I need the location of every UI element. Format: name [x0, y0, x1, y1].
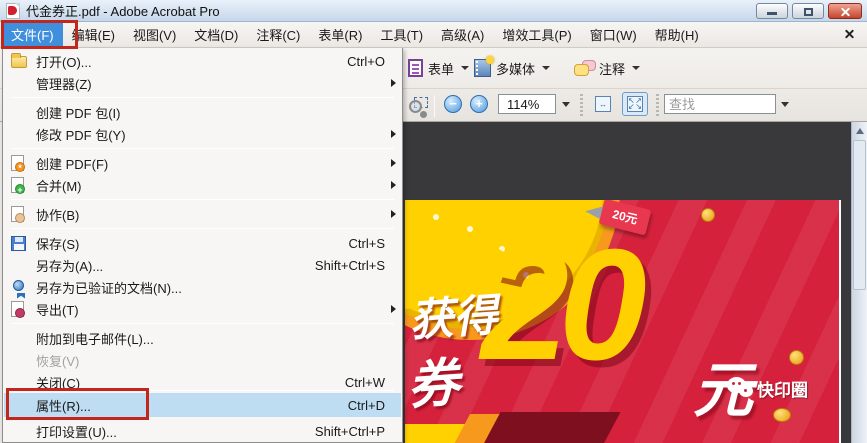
menu-item-create-pdf-portfolio[interactable]: 创建 PDF 包(I) [4, 101, 401, 123]
menu-item-combine[interactable]: + 合并(M) [4, 174, 401, 196]
collaborate-icon [11, 205, 25, 223]
forms-button[interactable]: 表单 [404, 54, 473, 82]
multimedia-icon [474, 56, 494, 77]
comment-icon [574, 60, 596, 76]
acrobat-window: 代金券正.pdf - Adobe Acrobat Pro 文件(F) 编辑(E)… [0, 0, 867, 443]
pdf-page-voucher-poster: 20元 获得 券 20 元 快印圈 [405, 200, 841, 443]
submenu-arrow-icon [391, 305, 396, 313]
menu-document[interactable]: 文档(D) [185, 22, 247, 47]
menu-item-export[interactable]: 导出(T) [4, 298, 401, 320]
menu-item-save-as[interactable]: 另存为(A)... Shift+Ctrl+S [4, 254, 401, 276]
coin-icon [773, 408, 791, 422]
vertical-scrollbar[interactable] [851, 122, 867, 443]
close-button[interactable] [828, 3, 862, 19]
toolbar-grip[interactable] [656, 94, 659, 116]
poster-amount: 20 [481, 217, 647, 393]
minimize-button[interactable] [756, 3, 788, 19]
menu-window[interactable]: 窗口(W) [581, 22, 646, 47]
menu-item-attach-to-email[interactable]: 附加到电子邮件(L)... [4, 327, 401, 349]
fit-width-button[interactable]: ↔ [590, 92, 616, 116]
chevron-down-icon [632, 66, 641, 70]
submenu-arrow-icon [391, 79, 396, 87]
poster-headline-2: 券 [405, 354, 462, 416]
menu-tools[interactable]: 工具(T) [371, 22, 432, 47]
watermark: 快印圈 [727, 376, 808, 401]
comment-button[interactable]: 注释 [570, 54, 644, 82]
menu-item-save-as-certified[interactable]: 另存为已验证的文档(N)... [4, 276, 401, 298]
marquee-zoom-button[interactable] [404, 92, 432, 120]
menu-view[interactable]: 视图(V) [124, 22, 185, 47]
title-bar: 代金券正.pdf - Adobe Acrobat Pro [0, 0, 867, 22]
menu-item-collaborate[interactable]: 协作(B) [4, 203, 401, 225]
menu-item-create-pdf[interactable]: * 创建 PDF(F) [4, 152, 401, 174]
submenu-arrow-icon [391, 159, 396, 167]
chevron-down-icon [461, 66, 470, 70]
fit-page-icon: ↖ ↗ ↙ ↘ [627, 96, 643, 112]
menubar-close-icon[interactable] [844, 29, 855, 40]
menu-item-save[interactable]: 保存(S) Ctrl+S [4, 232, 401, 254]
zoom-level-field[interactable]: 114% [498, 94, 556, 114]
menu-comments[interactable]: 注释(C) [247, 22, 309, 47]
zoom-out-button[interactable]: − [444, 95, 462, 113]
fit-page-button[interactable]: ↖ ↗ ↙ ↘ [622, 92, 648, 116]
zoom-dropdown-icon[interactable] [562, 102, 570, 107]
restore-button[interactable] [792, 3, 824, 19]
coin-icon [701, 208, 715, 222]
menu-bar: 文件(F) 编辑(E) 视图(V) 文档(D) 注释(C) 表单(R) 工具(T… [0, 22, 867, 48]
menu-item-open[interactable]: 打开(O)... Ctrl+O [4, 50, 401, 72]
submenu-arrow-icon [391, 181, 396, 189]
coin-icon [789, 350, 804, 365]
submenu-arrow-icon [391, 210, 396, 218]
menu-item-revert: 恢复(V) [36, 353, 80, 369]
forms-icon [408, 59, 423, 77]
export-icon [11, 300, 25, 318]
pdf-file-icon [6, 2, 20, 19]
menu-item-organizer[interactable]: 管理器(Z) [4, 72, 401, 94]
minimize-icon [767, 12, 777, 15]
marquee-zoom-icon [408, 96, 428, 116]
chevron-down-icon [542, 66, 551, 70]
file-menu-dropdown: 打开(O)... Ctrl+O 管理器(Z) 创建 PDF 包(I) 修改 PD… [2, 48, 403, 443]
scroll-up-icon[interactable] [856, 128, 864, 134]
save-icon [11, 235, 26, 251]
wechat-icon [727, 376, 753, 401]
menu-forms[interactable]: 表单(R) [309, 22, 371, 47]
submenu-arrow-icon [391, 130, 396, 138]
find-input[interactable] [664, 94, 776, 114]
watermark-text: 快印圈 [757, 381, 808, 400]
find-dropdown-icon[interactable] [781, 102, 789, 107]
combine-icon: + [11, 176, 25, 195]
scrollbar-thumb[interactable] [853, 140, 866, 290]
menu-item-print-setup[interactable]: 打印设置(U)... Shift+Ctrl+P [4, 420, 401, 442]
folder-icon [11, 52, 27, 68]
restore-icon [804, 8, 813, 16]
fit-width-icon: ↔ [595, 96, 611, 112]
toolbar-grip[interactable] [580, 94, 583, 116]
document-pane[interactable]: 20元 获得 券 20 元 快印圈 [403, 122, 851, 443]
poster-bottom-shadow [481, 412, 621, 443]
menu-plugins[interactable]: 增效工具(P) [493, 22, 580, 47]
window-title: 代金券正.pdf - Adobe Acrobat Pro [26, 4, 220, 19]
create-pdf-icon: * [11, 154, 25, 173]
menu-item-properties[interactable]: 属性(R)... Ctrl+D [4, 393, 401, 417]
menu-item-modify-pdf-portfolio[interactable]: 修改 PDF 包(Y) [4, 123, 401, 145]
menu-advanced[interactable]: 高级(A) [432, 22, 493, 47]
multimedia-button[interactable]: 多媒体 [470, 54, 554, 82]
menu-file[interactable]: 文件(F) [2, 22, 63, 47]
menu-help[interactable]: 帮助(H) [646, 22, 708, 47]
zoom-in-button[interactable]: + [470, 95, 488, 113]
certify-ribbon-icon [13, 279, 24, 291]
menu-edit[interactable]: 编辑(E) [63, 22, 124, 47]
